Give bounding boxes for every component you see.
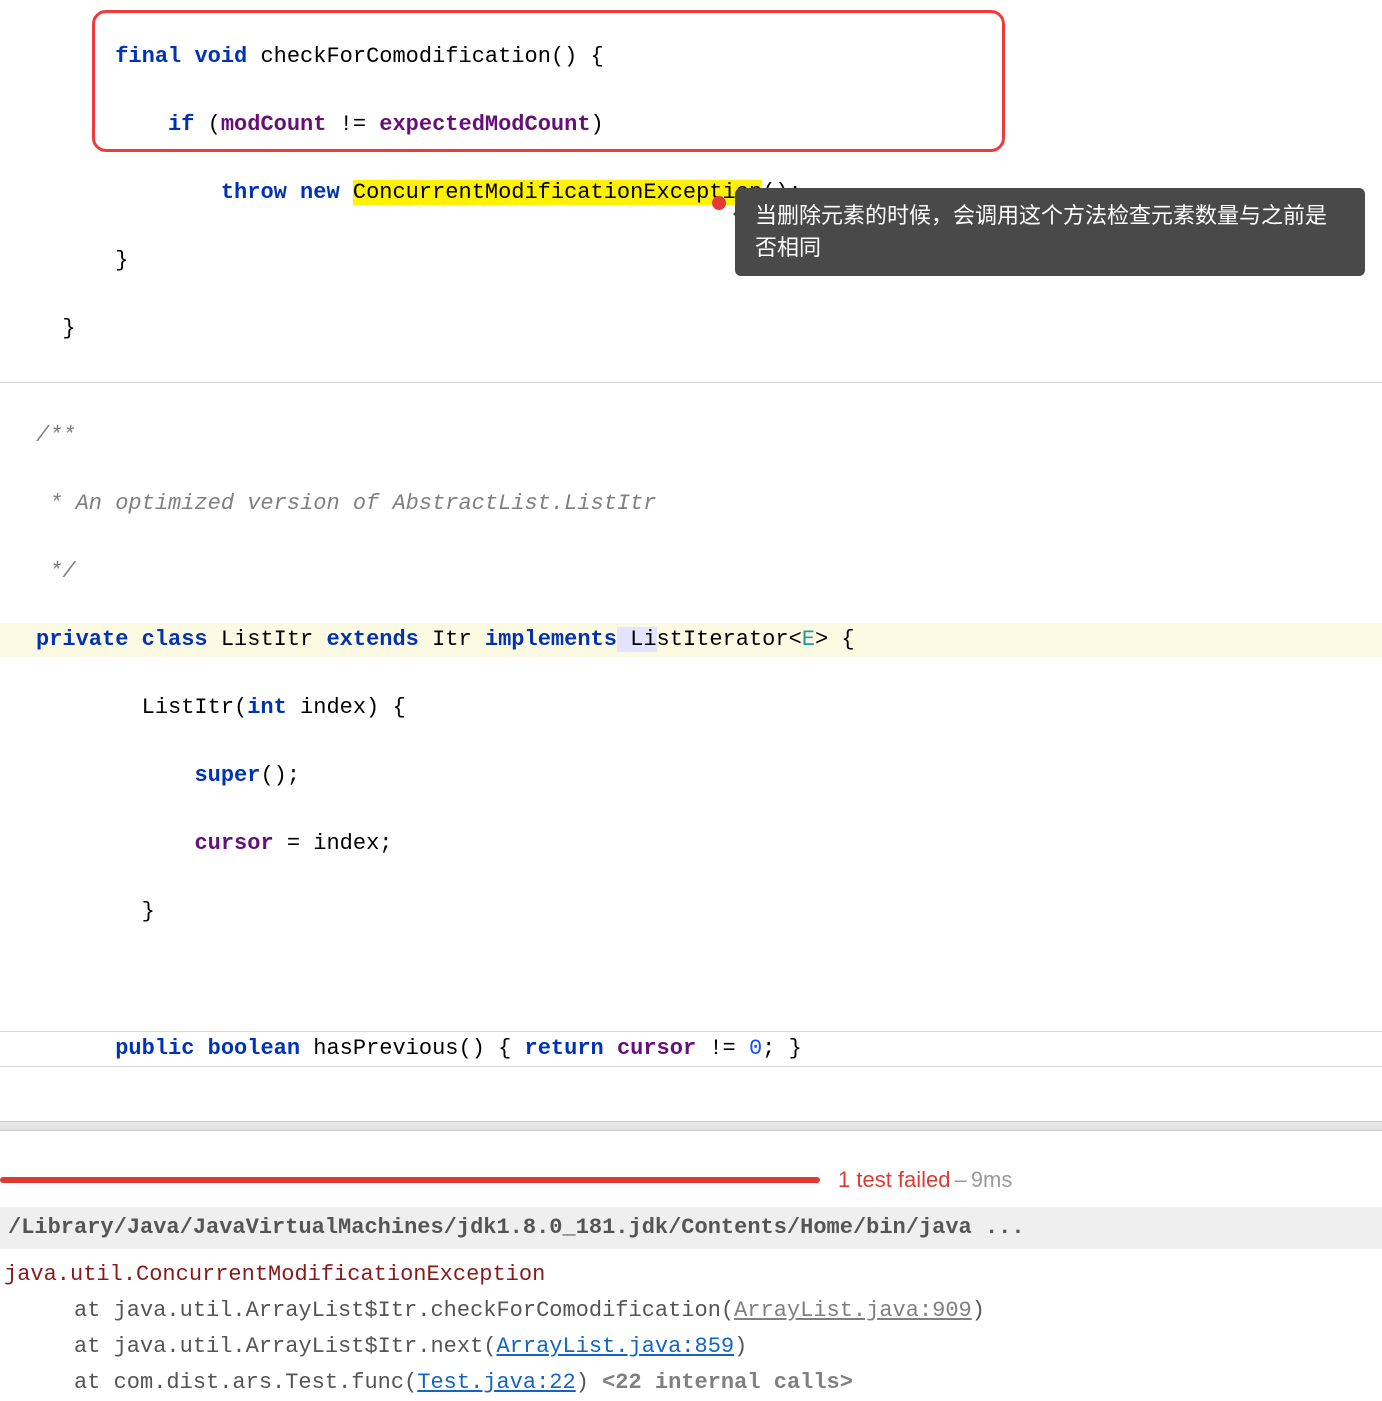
keyword-void: void [194,44,247,69]
number-literal: 0 [749,1036,762,1061]
keyword-if: if [168,112,194,137]
collapsed-frames[interactable]: <22 internal calls> [602,1370,853,1395]
class-ref: stIterator [657,627,789,652]
code-text: { [828,627,854,652]
code-line: * An optimized version of AbstractList.L… [0,487,1382,521]
keyword-throw: throw [221,180,287,205]
code-text: > [815,627,828,652]
keyword-implements: implements [485,627,617,652]
pane-divider[interactable] [0,1121,1382,1131]
code-text: ) [591,112,604,137]
source-link[interactable]: Test.java:22 [417,1370,575,1395]
code-text: ( [194,112,220,137]
keyword-class: class [128,627,220,652]
keyword-int: int [247,695,287,720]
code-text [604,1036,617,1061]
generic-type: E [802,627,815,652]
stack-frame: at com.dist.ars.Test.func(Test.java:22) … [4,1365,1382,1401]
stack-text: ) [576,1370,602,1395]
keyword-extends: extends [326,627,418,652]
stack-text: ) [972,1298,985,1323]
method-name: checkForComodification [260,44,550,69]
highlighted-class: ConcurrentModificationException [353,180,762,205]
separator [0,382,1382,383]
source-link[interactable]: ArrayList.java:859 [496,1334,734,1359]
keyword-return: return [525,1036,604,1061]
test-time: 9ms [971,1167,1013,1193]
stack-text: at java.util.ArrayList$Itr.checkForComod… [74,1298,734,1323]
code-line: final void checkForComodification() { [0,40,1382,74]
keyword-public: public [115,1036,194,1061]
field-ref: cursor [194,831,273,856]
code-line: } [0,312,1382,346]
comment: */ [36,559,76,584]
comment: * An optimized version of AbstractList.L… [36,491,657,516]
keyword-new: new [287,180,353,205]
code-line [0,963,1382,997]
code-text: = index; [274,831,393,856]
annotation-dot-icon [712,196,726,210]
code-line: } [0,895,1382,929]
code-text: () { [551,44,604,69]
caret-region: Li [617,627,657,652]
code-text: (); [260,763,300,788]
keyword-private: private [36,627,128,652]
code-line: public boolean hasPrevious() { return cu… [0,1031,1382,1067]
test-status-text: 1 test failed [838,1167,951,1193]
stack-frame: at java.util.ArrayList$Itr.next(ArrayLis… [4,1329,1382,1365]
field-ref: cursor [617,1036,696,1061]
current-line: private class ListItr extends Itr implem… [0,623,1382,657]
comment: /** [36,423,76,448]
keyword-boolean: boolean [194,1036,313,1061]
code-line: super(); [0,759,1382,793]
code-line: ListItr(int index) { [0,691,1382,725]
keyword-final: final [115,44,181,69]
code-text: { [498,1036,524,1061]
code-line: /** [0,419,1382,453]
code-text: ListItr( [36,695,247,720]
stack-text: at java.util.ArrayList$Itr.next( [74,1334,496,1359]
stack-text: ) [734,1334,747,1359]
console-command: /Library/Java/JavaVirtualMachines/jdk1.8… [0,1207,1382,1249]
field-ref: modCount [221,112,327,137]
code-editor[interactable]: final void checkForComodification() { if… [0,0,1382,1111]
code-text: ; } [762,1036,802,1061]
code-text: != [326,112,379,137]
code-line: */ [0,555,1382,589]
code-text: } [36,899,155,924]
exception-line: java.util.ConcurrentModificationExceptio… [4,1257,1382,1293]
class-name: ListItr [221,627,327,652]
code-line: cursor = index; [0,827,1382,861]
code-text: index) { [287,695,406,720]
stack-frame: at java.util.ArrayList$Itr.checkForComod… [4,1293,1382,1329]
code-line: if (modCount != expectedModCount) [0,108,1382,142]
source-link[interactable]: ArrayList.java:909 [734,1298,972,1323]
code-text: != [696,1036,749,1061]
field-ref: expectedModCount [379,112,590,137]
code-text: } [62,316,75,341]
class-ref: Itr [419,627,485,652]
test-progress-fail [0,1177,820,1183]
method-name: hasPrevious() [313,1036,498,1061]
code-text: < [789,627,802,652]
keyword-super: super [194,763,260,788]
test-status-bar: 1 test failed – 9ms [0,1167,1382,1193]
stack-text: at com.dist.ars.Test.func( [74,1370,417,1395]
annotation-tooltip: 当删除元素的时候，会调用这个方法检查元素数量与之前是否相同 [735,188,1365,276]
test-dash: – [955,1167,967,1193]
code-text: } [115,248,128,273]
console-output[interactable]: /Library/Java/JavaVirtualMachines/jdk1.8… [0,1193,1382,1401]
